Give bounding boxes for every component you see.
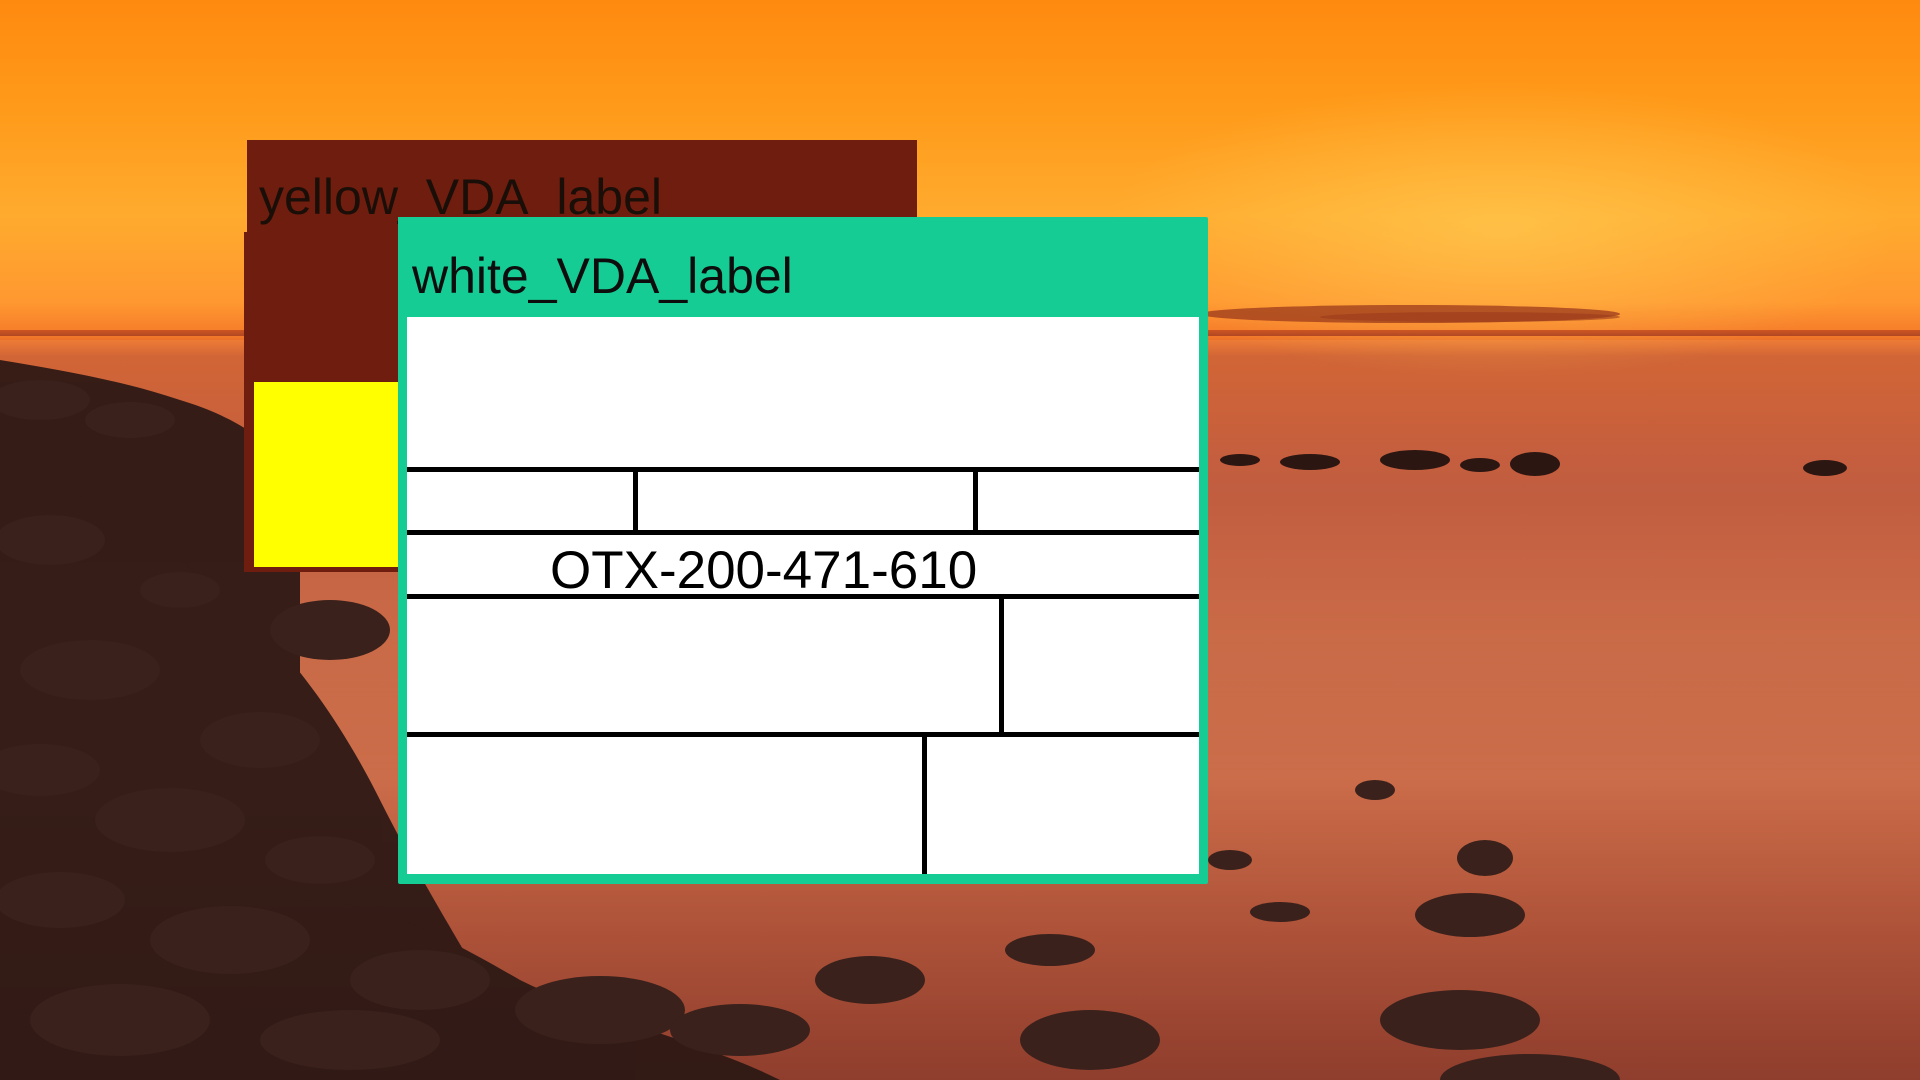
label-divider-v3 <box>999 594 1004 734</box>
window-titlebar[interactable]: white_VDA_label <box>398 217 1204 312</box>
desktop: yellow_VDA_label white_VDA_label OTX-200… <box>0 0 1920 1080</box>
window-white-vda-label[interactable]: white_VDA_label OTX-200-471-610 <box>398 217 1208 884</box>
label-divider-v4 <box>922 732 927 874</box>
label-divider-2 <box>407 530 1199 535</box>
label-cell-top <box>407 317 1199 467</box>
label-divider-v1 <box>633 467 638 532</box>
label-divider-v2 <box>973 467 978 532</box>
window-title: white_VDA_label <box>412 248 793 304</box>
vda-label-form: OTX-200-471-610 <box>407 317 1199 874</box>
label-divider-4 <box>407 732 1199 737</box>
cloud-band-thin <box>1320 312 1620 322</box>
label-divider-3 <box>407 594 1199 599</box>
label-serial-number: OTX-200-471-610 <box>550 541 978 600</box>
label-divider-1 <box>407 467 1199 472</box>
yellow-fill-area <box>254 382 414 567</box>
window-body <box>244 232 414 572</box>
